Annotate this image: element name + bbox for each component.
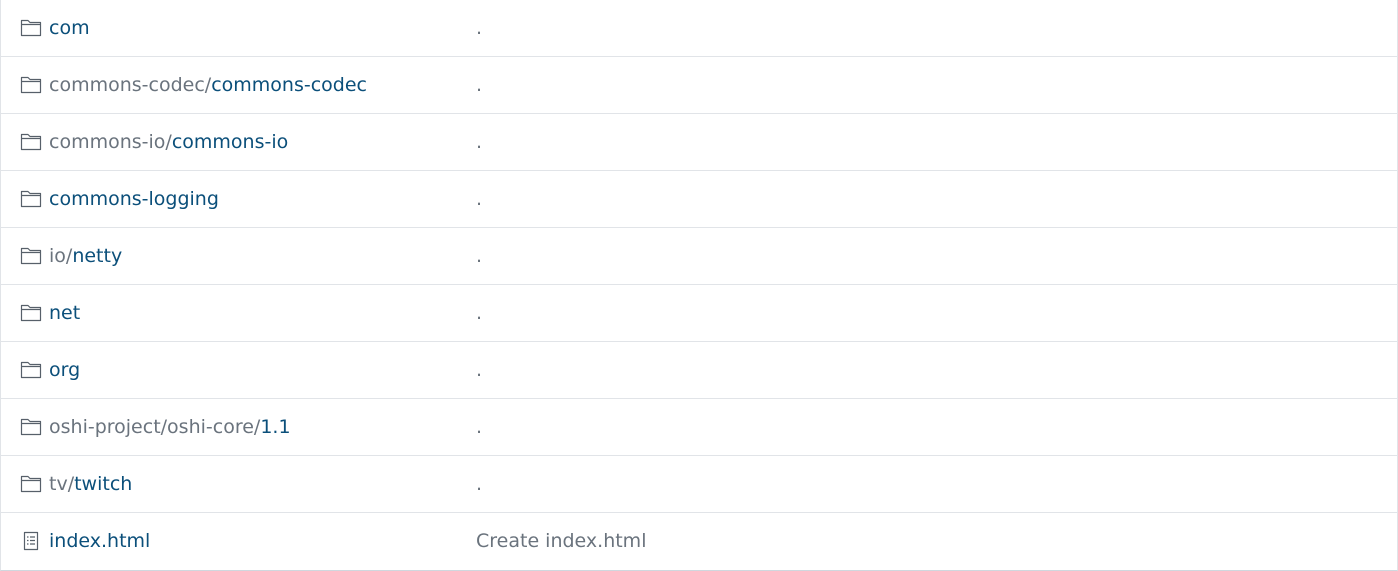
file-row-tv-twitch[interactable]: tv/twitch . bbox=[1, 456, 1397, 513]
commit-message[interactable]: . bbox=[476, 57, 482, 113]
path-name[interactable]: 1.1 bbox=[260, 416, 290, 438]
path-prefix: commons-io/ bbox=[49, 131, 172, 153]
folder-icon bbox=[19, 73, 43, 97]
commit-message[interactable]: . bbox=[476, 0, 482, 56]
path-prefix: io/ bbox=[49, 245, 73, 267]
commit-message[interactable]: . bbox=[476, 342, 482, 398]
path-name[interactable]: twitch bbox=[74, 473, 132, 495]
file-row-commons-codec[interactable]: commons-codec/commons-codec . bbox=[1, 57, 1397, 114]
file-link[interactable]: commons-logging bbox=[49, 171, 219, 227]
file-icon bbox=[19, 529, 43, 553]
commit-message[interactable]: . bbox=[476, 399, 482, 455]
file-row-com[interactable]: com . bbox=[1, 0, 1397, 57]
path-name[interactable]: org bbox=[49, 359, 80, 381]
file-row-net[interactable]: net . bbox=[1, 285, 1397, 342]
path-prefix: tv/ bbox=[49, 473, 75, 495]
file-link[interactable]: commons-io/commons-io bbox=[49, 114, 288, 170]
commit-message[interactable]: . bbox=[476, 228, 482, 284]
commit-message[interactable]: . bbox=[476, 285, 482, 341]
folder-icon bbox=[19, 16, 43, 40]
file-link[interactable]: net bbox=[49, 285, 80, 341]
folder-icon bbox=[19, 358, 43, 382]
file-link[interactable]: org bbox=[49, 342, 80, 398]
folder-icon bbox=[19, 415, 43, 439]
file-link[interactable]: index.html bbox=[49, 513, 150, 569]
path-name[interactable]: com bbox=[49, 17, 90, 39]
commit-message[interactable]: . bbox=[476, 456, 482, 512]
file-row-org[interactable]: org . bbox=[1, 342, 1397, 399]
file-link[interactable]: oshi-project/oshi-core/1.1 bbox=[49, 399, 291, 455]
file-link[interactable]: io/netty bbox=[49, 228, 122, 284]
path-name[interactable]: commons-logging bbox=[49, 188, 219, 210]
path-prefix: oshi-project/oshi-core/ bbox=[49, 416, 261, 438]
file-link[interactable]: tv/twitch bbox=[49, 456, 132, 512]
folder-icon bbox=[19, 244, 43, 268]
path-name[interactable]: commons-codec bbox=[211, 74, 367, 96]
file-row-io-netty[interactable]: io/netty . bbox=[1, 228, 1397, 285]
commit-message[interactable]: . bbox=[476, 171, 482, 227]
file-row-commons-logging[interactable]: commons-logging . bbox=[1, 171, 1397, 228]
folder-icon bbox=[19, 130, 43, 154]
path-name[interactable]: net bbox=[49, 302, 80, 324]
file-link[interactable]: commons-codec/commons-codec bbox=[49, 57, 367, 113]
path-name[interactable]: netty bbox=[72, 245, 122, 267]
file-row-oshi-core[interactable]: oshi-project/oshi-core/1.1 . bbox=[1, 399, 1397, 456]
commit-message[interactable]: Create index.html bbox=[476, 513, 646, 569]
file-link[interactable]: com bbox=[49, 0, 90, 56]
commit-message[interactable]: . bbox=[476, 114, 482, 170]
file-list: com . commons-codec/commons-codec . comm… bbox=[0, 0, 1398, 571]
file-row-index-html[interactable]: index.html Create index.html bbox=[1, 513, 1397, 570]
folder-icon bbox=[19, 187, 43, 211]
file-row-commons-io[interactable]: commons-io/commons-io . bbox=[1, 114, 1397, 171]
path-prefix: commons-codec/ bbox=[49, 74, 212, 96]
folder-icon bbox=[19, 301, 43, 325]
folder-icon bbox=[19, 472, 43, 496]
path-name[interactable]: index.html bbox=[49, 530, 150, 552]
path-name[interactable]: commons-io bbox=[172, 131, 288, 153]
